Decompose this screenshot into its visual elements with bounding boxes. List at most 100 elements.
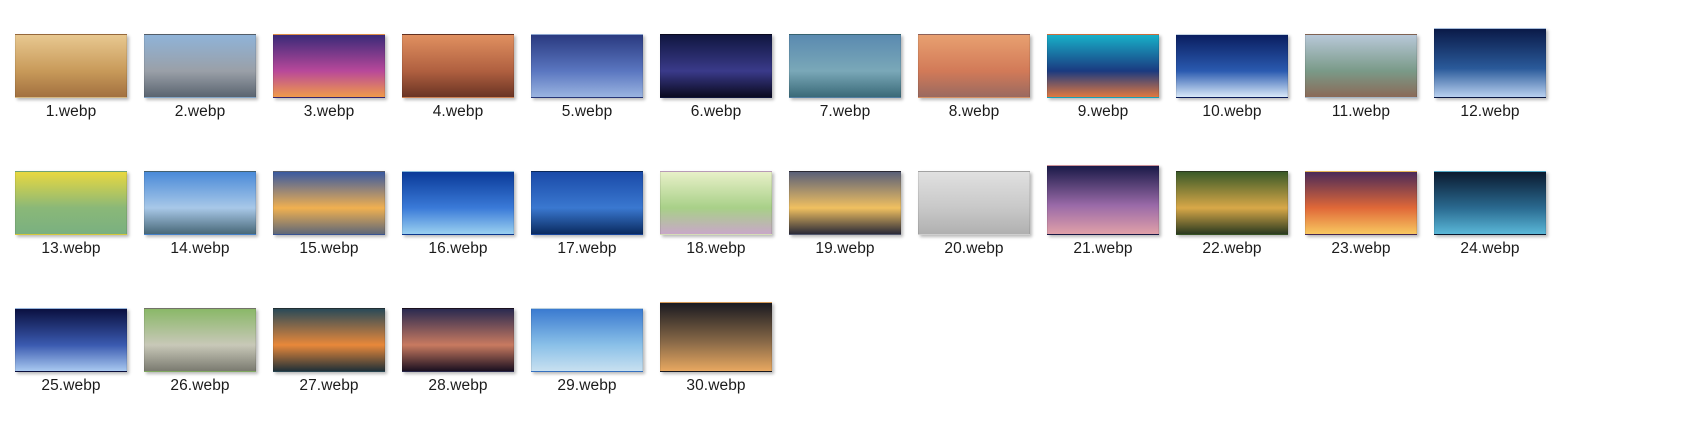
file-name-label[interactable]: 15.webp	[259, 240, 399, 258]
file-item[interactable]: 21.webp	[1033, 157, 1173, 267]
file-item[interactable]: 16.webp	[388, 157, 528, 267]
file-item[interactable]: 18.webp	[646, 157, 786, 267]
file-item[interactable]: 4.webp	[388, 20, 528, 130]
file-name-label[interactable]: 22.webp	[1162, 240, 1302, 258]
file-item[interactable]: 5.webp	[517, 20, 657, 130]
file-item[interactable]: 8.webp	[904, 20, 1044, 130]
file-item[interactable]: 1.webp	[1, 20, 141, 130]
file-item[interactable]: 2.webp	[130, 20, 270, 130]
image-thumbnail[interactable]	[531, 171, 643, 235]
file-name-label[interactable]: 3.webp	[259, 103, 399, 121]
image-thumbnail[interactable]	[402, 34, 514, 98]
file-name-label[interactable]: 16.webp	[388, 240, 528, 258]
file-name-label[interactable]: 10.webp	[1162, 103, 1302, 121]
file-item[interactable]: 22.webp	[1162, 157, 1302, 267]
file-name-label[interactable]: 1.webp	[1, 103, 141, 121]
image-thumbnail[interactable]	[1434, 28, 1546, 98]
image-thumbnail[interactable]	[15, 34, 127, 98]
file-name-label[interactable]: 21.webp	[1033, 240, 1173, 258]
file-name-label[interactable]: 4.webp	[388, 103, 528, 121]
image-thumbnail[interactable]	[531, 34, 643, 98]
image-thumbnail[interactable]	[144, 34, 256, 98]
file-item[interactable]: 23.webp	[1291, 157, 1431, 267]
file-item[interactable]: 15.webp	[259, 157, 399, 267]
thumbnail-frame	[517, 294, 657, 372]
file-name-label[interactable]: 17.webp	[517, 240, 657, 258]
file-item[interactable]: 20.webp	[904, 157, 1044, 267]
file-name-label[interactable]: 18.webp	[646, 240, 786, 258]
file-name-label[interactable]: 9.webp	[1033, 103, 1173, 121]
image-thumbnail[interactable]	[273, 308, 385, 372]
file-item[interactable]: 29.webp	[517, 294, 657, 404]
file-item[interactable]: 26.webp	[130, 294, 270, 404]
file-item[interactable]: 13.webp	[1, 157, 141, 267]
file-item[interactable]: 3.webp	[259, 20, 399, 130]
file-item[interactable]: 19.webp	[775, 157, 915, 267]
thumbnail-frame	[775, 20, 915, 98]
file-name-label[interactable]: 29.webp	[517, 377, 657, 395]
image-thumbnail[interactable]	[144, 171, 256, 235]
image-thumbnail[interactable]	[660, 34, 772, 98]
file-name-label[interactable]: 8.webp	[904, 103, 1044, 121]
image-thumbnail[interactable]	[144, 308, 256, 372]
file-name-label[interactable]: 27.webp	[259, 377, 399, 395]
thumbnail-frame	[388, 157, 528, 235]
image-thumbnail[interactable]	[1305, 171, 1417, 235]
file-item[interactable]: 30.webp	[646, 294, 786, 404]
file-name-label[interactable]: 30.webp	[646, 377, 786, 395]
file-name-label[interactable]: 24.webp	[1420, 240, 1560, 258]
image-thumbnail[interactable]	[531, 308, 643, 372]
file-item[interactable]: 27.webp	[259, 294, 399, 404]
image-thumbnail[interactable]	[660, 302, 772, 372]
image-thumbnail[interactable]	[402, 308, 514, 372]
image-thumbnail[interactable]	[660, 171, 772, 235]
image-thumbnail[interactable]	[273, 171, 385, 235]
file-name-label[interactable]: 26.webp	[130, 377, 270, 395]
file-item[interactable]: 6.webp	[646, 20, 786, 130]
image-thumbnail[interactable]	[918, 34, 1030, 98]
file-name-label[interactable]: 6.webp	[646, 103, 786, 121]
image-thumbnail[interactable]	[789, 171, 901, 235]
file-name-label[interactable]: 5.webp	[517, 103, 657, 121]
thumbnail-frame	[259, 20, 399, 98]
thumbnail-frame	[1162, 20, 1302, 98]
file-item[interactable]: 7.webp	[775, 20, 915, 130]
file-item[interactable]: 25.webp	[1, 294, 141, 404]
file-item[interactable]: 11.webp	[1291, 20, 1431, 130]
file-name-label[interactable]: 2.webp	[130, 103, 270, 121]
file-name-label[interactable]: 20.webp	[904, 240, 1044, 258]
thumbnail-frame	[1, 157, 141, 235]
image-thumbnail[interactable]	[1047, 34, 1159, 98]
file-name-label[interactable]: 25.webp	[1, 377, 141, 395]
image-thumbnail[interactable]	[1434, 171, 1546, 235]
image-thumbnail[interactable]	[15, 171, 127, 235]
image-thumbnail[interactable]	[789, 34, 901, 98]
file-item[interactable]: 17.webp	[517, 157, 657, 267]
file-name-label[interactable]: 28.webp	[388, 377, 528, 395]
image-thumbnail[interactable]	[15, 308, 127, 372]
image-thumbnail[interactable]	[1047, 165, 1159, 235]
file-name-label[interactable]: 11.webp	[1291, 103, 1431, 121]
file-item[interactable]: 9.webp	[1033, 20, 1173, 130]
thumbnail-frame	[646, 157, 786, 235]
file-name-label[interactable]: 23.webp	[1291, 240, 1431, 258]
file-name-label[interactable]: 14.webp	[130, 240, 270, 258]
file-name-label[interactable]: 13.webp	[1, 240, 141, 258]
file-name-label[interactable]: 19.webp	[775, 240, 915, 258]
file-item[interactable]: 12.webp	[1420, 20, 1560, 130]
thumbnail-frame	[517, 157, 657, 235]
thumbnail-frame	[1033, 20, 1173, 98]
image-thumbnail[interactable]	[1305, 34, 1417, 98]
image-thumbnail[interactable]	[1176, 171, 1288, 235]
image-thumbnail[interactable]	[402, 171, 514, 235]
file-item[interactable]: 14.webp	[130, 157, 270, 267]
thumbnail-frame	[1033, 157, 1173, 235]
image-thumbnail[interactable]	[273, 34, 385, 98]
file-item[interactable]: 10.webp	[1162, 20, 1302, 130]
file-item[interactable]: 24.webp	[1420, 157, 1560, 267]
image-thumbnail[interactable]	[918, 171, 1030, 235]
file-name-label[interactable]: 7.webp	[775, 103, 915, 121]
file-name-label[interactable]: 12.webp	[1420, 103, 1560, 121]
image-thumbnail[interactable]	[1176, 34, 1288, 98]
file-item[interactable]: 28.webp	[388, 294, 528, 404]
